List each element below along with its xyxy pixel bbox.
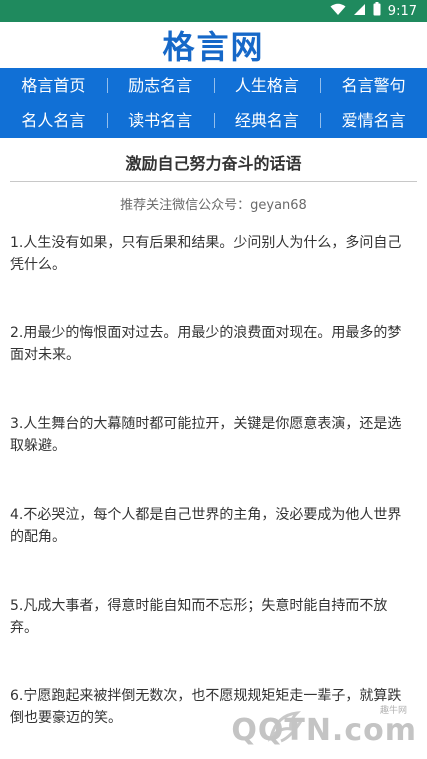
watermark: 趣牛网 QQTN.com xyxy=(231,703,421,753)
quote-paragraph: 1.人生没有如果，只有后果和结果。少问别人为什么，多问自己凭什么。 xyxy=(10,235,402,273)
nav-item-love-quotes[interactable]: 爱情名言 xyxy=(320,103,427,138)
status-icons: 9:17 xyxy=(330,2,417,20)
quote-paragraph: 3.人生舞台的大幕随时都可能拉开，关键是你愿意表演，还是选取躲避。 xyxy=(10,416,402,454)
nav-row: 名人名言 读书名言 经典名言 爱情名言 xyxy=(0,103,427,138)
nav-item-inspirational[interactable]: 励志名言 xyxy=(106,68,214,103)
nav-item-famous-quotes[interactable]: 名人名言 xyxy=(0,103,107,138)
battery-icon xyxy=(373,2,381,20)
subscribe-note: 推荐关注微信公众号：geyan68 xyxy=(120,198,307,213)
quote-paragraph: 2.用最少的悔恨面对过去。用最少的浪费面对现在。用最多的梦面对未来。 xyxy=(10,325,402,363)
article-title: 激励自己努力奋斗的话语 xyxy=(125,154,302,173)
watermark-text: QQTN.com xyxy=(231,713,417,748)
nav-item-home[interactable]: 格言首页 xyxy=(0,68,107,103)
nav-item-reading-quotes[interactable]: 读书名言 xyxy=(106,103,214,138)
wifi-icon xyxy=(330,3,346,20)
nav-item-life-mottos[interactable]: 人生格言 xyxy=(213,68,321,103)
nav-row: 格言首页 励志名言 人生格言 名言警句 xyxy=(0,68,427,103)
title-divider xyxy=(10,181,417,182)
site-header: 格言网 xyxy=(0,22,427,68)
quote-paragraph: 4.不必哭泣，每个人都是自己世界的主角，没必要成为他人世界的配角。 xyxy=(10,507,402,545)
category-nav: 格言首页 励志名言 人生格言 名言警句 名人名言 读书名言 经典名言 爱情名言 xyxy=(0,68,427,138)
status-bar: 9:17 xyxy=(0,0,427,22)
nav-item-classic-quotes[interactable]: 经典名言 xyxy=(213,103,321,138)
status-time: 9:17 xyxy=(387,3,417,19)
nav-item-aphorisms[interactable]: 名言警句 xyxy=(320,68,427,103)
signal-icon xyxy=(353,3,366,20)
site-logo[interactable]: 格言网 xyxy=(162,22,264,68)
quote-paragraph: 5.凡成大事者，得意时能自知而不忘形；失意时能自持而不放弃。 xyxy=(10,598,388,636)
